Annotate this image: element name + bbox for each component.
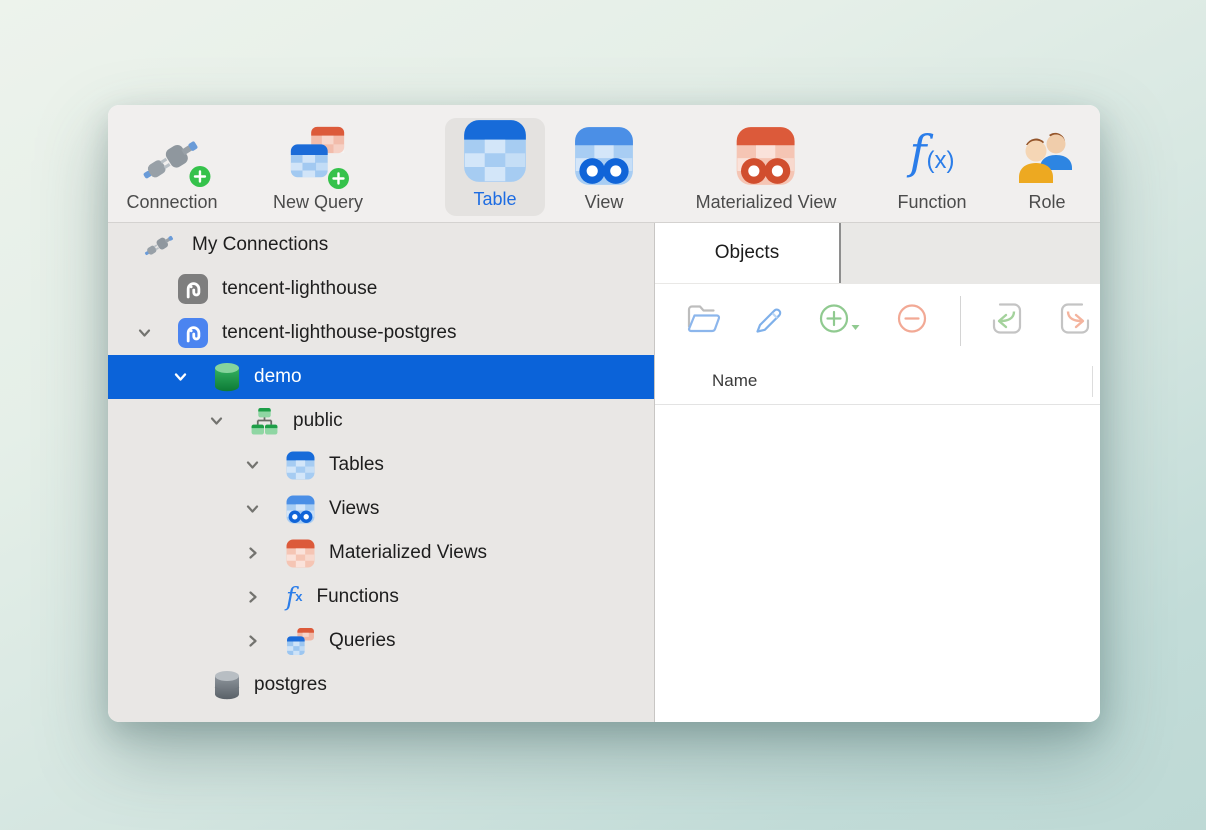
queries-icon: [286, 627, 315, 656]
toolbar-label: Table: [473, 189, 517, 209]
toolbar-button-new-query[interactable]: New Query: [273, 117, 363, 213]
add-badge-icon: [188, 166, 210, 187]
tree-item-label: Materialized Views: [329, 542, 488, 563]
chevron-down-icon[interactable]: [132, 325, 156, 341]
tab-bar: Objects: [655, 223, 1100, 284]
plug-icon: [142, 231, 178, 259]
tree-item-label: postgres: [254, 674, 327, 695]
toolbar-label: View: [584, 192, 624, 212]
tree-item-label: Tables: [329, 454, 384, 475]
toolbar-label: Connection: [126, 192, 218, 212]
tree-item-tencent-lighthouse[interactable]: tencent-lighthouse: [108, 267, 654, 311]
postgres-elephant-gray-icon: [178, 274, 208, 304]
tree-item-views[interactable]: Views: [108, 487, 654, 531]
chevron-down-icon[interactable]: [240, 501, 264, 517]
tree-item-label: My Connections: [192, 234, 329, 255]
tree-item-label: Queries: [329, 630, 396, 651]
tree-item-queries[interactable]: Queries: [108, 619, 654, 663]
import-arrow-icon: [986, 297, 1028, 344]
chevron-down-icon[interactable]: [240, 457, 264, 473]
connection-tree: My Connections tencent-lighthouse tencen…: [108, 223, 655, 722]
tree-item-label: tencent-lighthouse-postgres: [222, 322, 457, 343]
toolbar-label: Materialized View: [695, 192, 837, 212]
app-window: Connection New Query Table View Material…: [108, 105, 1100, 722]
toolbar-button-connection[interactable]: Connection: [126, 117, 218, 213]
export-wizard-button[interactable]: [1054, 297, 1096, 344]
toolbar-label: New Query: [272, 192, 364, 212]
chevron-down-icon[interactable]: [168, 369, 192, 385]
column-header-name[interactable]: Name: [655, 357, 1100, 405]
toolbar-label: Role: [1028, 192, 1066, 212]
database-green-icon: [214, 362, 240, 392]
toolbar-button-role[interactable]: Role: [1015, 117, 1079, 213]
tree-item-postgres[interactable]: postgres: [108, 663, 654, 707]
postgres-elephant-blue-icon: [178, 318, 208, 348]
import-wizard-button[interactable]: [986, 297, 1028, 344]
tab-label: Objects: [714, 242, 780, 263]
minus-circle-icon: [894, 300, 930, 341]
add-badge-icon: [328, 168, 349, 189]
tree-item-public[interactable]: public: [108, 399, 654, 443]
tree-item-label: tencent-lighthouse: [222, 278, 378, 299]
schema-icon: [250, 407, 279, 436]
pencil-icon: [752, 300, 788, 341]
views-icon: [286, 495, 315, 524]
export-arrow-icon: [1054, 297, 1096, 344]
new-object-button[interactable]: [818, 300, 864, 341]
tree-item-tables[interactable]: Tables: [108, 443, 654, 487]
functions-fx-icon: fx: [286, 582, 303, 611]
toolbar-button-table[interactable]: Table: [445, 118, 545, 216]
open-table-button[interactable]: [685, 302, 723, 339]
tree-item-label: Views: [329, 498, 380, 519]
plus-circle-icon: [818, 300, 864, 341]
tree-item-materialized-views[interactable]: Materialized Views: [108, 531, 654, 575]
materialized-view-icon: [736, 126, 796, 191]
tree-item-tencent-lighthouse-postgres[interactable]: tencent-lighthouse-postgres: [108, 311, 654, 355]
chevron-right-icon[interactable]: [240, 589, 264, 605]
toolbar-button-function[interactable]: f(x) Function: [897, 117, 966, 213]
materialized-views-icon: [286, 539, 315, 568]
toolbar-button-view[interactable]: View: [574, 117, 634, 213]
objects-list-empty[interactable]: [655, 405, 1100, 722]
toolbar-divider: [960, 296, 961, 346]
tab-objects[interactable]: Objects: [655, 223, 841, 283]
chevron-right-icon[interactable]: [240, 633, 264, 649]
role-users-icon: [1015, 128, 1079, 191]
column-header-label: Name: [712, 370, 758, 390]
delete-object-button[interactable]: [894, 300, 930, 341]
column-divider: [1092, 366, 1093, 397]
objects-panel: Objects Name: [655, 223, 1100, 722]
tree-item-demo[interactable]: demo: [108, 355, 654, 399]
chevron-down-icon[interactable]: [204, 413, 228, 429]
view-icon: [574, 126, 634, 191]
toolbar-button-materialized-view[interactable]: Materialized View: [695, 117, 837, 213]
main-toolbar: Connection New Query Table View Material…: [108, 105, 1100, 223]
tree-item-label: public: [293, 410, 343, 431]
design-table-button[interactable]: [752, 300, 788, 341]
open-folder-icon: [685, 302, 723, 339]
database-gray-icon: [214, 670, 240, 700]
tree-item-label: Functions: [316, 586, 399, 607]
chevron-right-icon[interactable]: [240, 545, 264, 561]
tables-icon: [286, 451, 315, 480]
toolbar-label: Function: [897, 192, 967, 212]
function-fx-icon: f(x): [909, 125, 955, 179]
tree-item-label: demo: [254, 366, 302, 387]
tree-item-functions[interactable]: fx Functions: [108, 575, 654, 619]
table-icon: [463, 119, 527, 188]
objects-toolbar: [655, 284, 1100, 357]
tree-item-my-connections[interactable]: My Connections: [108, 223, 654, 267]
tab-bar-empty: [841, 223, 1100, 283]
